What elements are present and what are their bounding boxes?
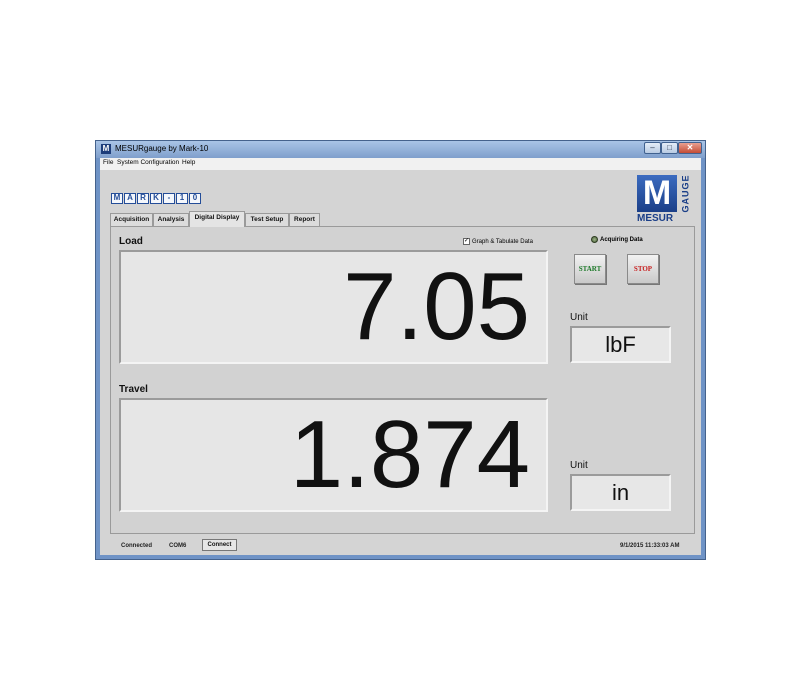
- load-unit-display[interactable]: lbF: [570, 326, 671, 363]
- tab-report[interactable]: Report: [289, 213, 320, 226]
- acquiring-led-icon: [591, 236, 598, 243]
- graph-tabulate-checkbox[interactable]: ✓: [463, 238, 470, 245]
- gauge-logo-word: GAUGE: [680, 174, 691, 213]
- mesur-logo-word: MESUR: [637, 213, 674, 224]
- tab-digital-display[interactable]: Digital Display: [189, 211, 245, 227]
- close-button[interactable]: ✕: [678, 142, 702, 154]
- acquiring-label: Acquiring Data: [600, 237, 643, 244]
- travel-unit-display[interactable]: in: [570, 474, 671, 511]
- load-label: Load: [119, 236, 143, 247]
- load-readout: 7.05: [119, 250, 548, 364]
- status-bar: Connected COM6 Connect 9/1/2015 11:33:03…: [104, 538, 695, 553]
- menu-bar: File System Configuration Help: [100, 158, 701, 170]
- menu-system-configuration[interactable]: System Configuration: [117, 159, 179, 166]
- minimize-button[interactable]: –: [644, 142, 661, 154]
- mark-logo-letter: 0: [189, 193, 201, 204]
- com-port: COM6: [169, 543, 187, 549]
- travel-unit-label: Unit: [570, 460, 588, 471]
- mark-logo-letter: 1: [176, 193, 188, 204]
- mesurgauge-logo: M MESUR GAUGE: [637, 174, 692, 224]
- travel-label: Travel: [119, 384, 148, 395]
- mesur-app-icon: M: [101, 144, 111, 154]
- menu-file[interactable]: File: [103, 159, 113, 166]
- stop-button[interactable]: STOP: [627, 254, 659, 284]
- menu-help[interactable]: Help: [182, 159, 195, 166]
- load-unit-label: Unit: [570, 312, 588, 323]
- travel-value: 1.874: [289, 401, 530, 508]
- maximize-button[interactable]: □: [661, 142, 678, 154]
- datetime: 9/1/2015 11:33:03 AM: [620, 543, 680, 549]
- window-title: MESURgauge by Mark-10: [115, 144, 209, 153]
- tab-analysis[interactable]: Analysis: [153, 213, 189, 226]
- connection-status: Connected: [121, 543, 153, 549]
- mark-logo-letter: -: [163, 193, 175, 204]
- load-value: 7.05: [343, 253, 530, 360]
- mark-logo-letter: K: [150, 193, 162, 204]
- mark-10-logo: M A R K - 1 0: [111, 193, 201, 204]
- graph-tabulate-label: Graph & Tabulate Data: [472, 239, 533, 246]
- mark-logo-letter: M: [111, 193, 123, 204]
- mark-logo-letter: R: [137, 193, 149, 204]
- title-bar[interactable]: M MESURgauge by Mark-10 – □ ✕: [96, 141, 705, 158]
- tab-acquisition[interactable]: Acquisition: [110, 213, 153, 226]
- graph-tabulate-option[interactable]: ✓ Graph & Tabulate Data: [463, 238, 533, 245]
- connect-button[interactable]: Connect: [202, 539, 237, 551]
- acquiring-indicator: Acquiring Data: [591, 236, 643, 244]
- travel-readout: 1.874: [119, 398, 548, 512]
- mark-logo-letter: A: [124, 193, 136, 204]
- start-button[interactable]: START: [574, 254, 606, 284]
- mesur-logo-m: M: [637, 175, 677, 212]
- tab-test-setup[interactable]: Test Setup: [245, 213, 289, 226]
